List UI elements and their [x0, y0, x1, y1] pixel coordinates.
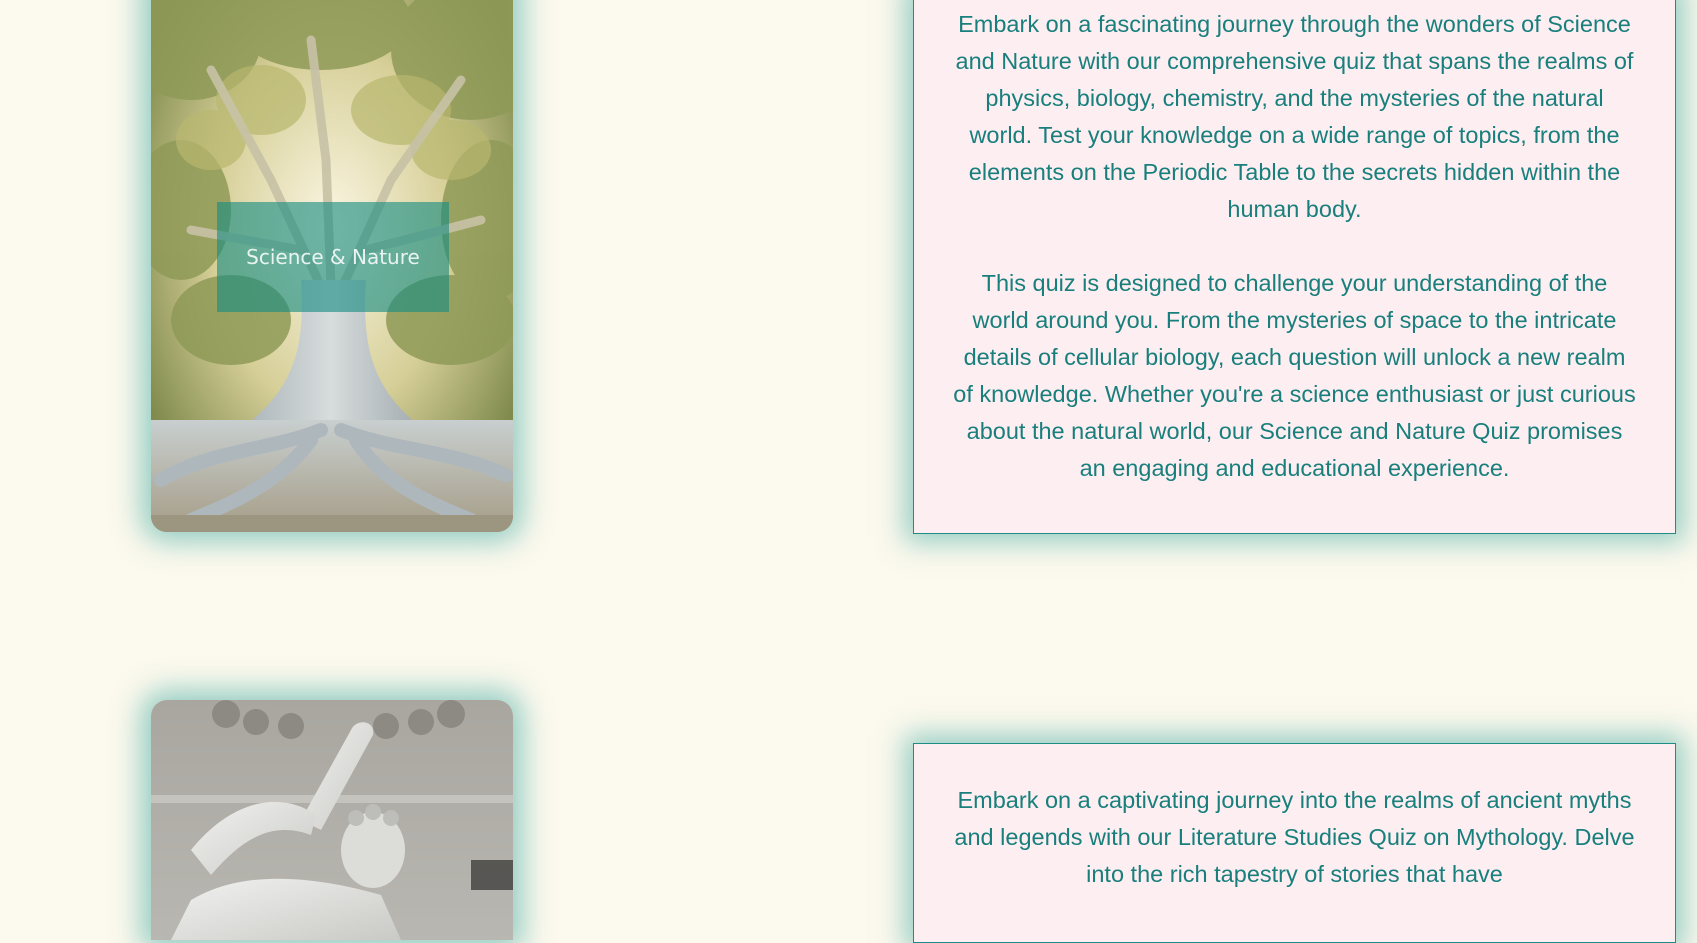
description-paragraph: This quiz is designed to challenge your …: [953, 270, 1636, 481]
description-paragraph: Embark on a fascinating journey through …: [955, 11, 1634, 222]
science-nature-label[interactable]: Science & Nature: [217, 202, 449, 312]
science-nature-card[interactable]: Science & Nature: [151, 0, 513, 532]
mythology-description: Embark on a captivating journey into the…: [913, 743, 1676, 943]
science-nature-description: Embark on a fascinating journey through …: [913, 0, 1676, 534]
statue-image: [151, 700, 513, 940]
description-paragraph: Embark on a captivating journey into the…: [954, 787, 1635, 887]
mythology-card[interactable]: [151, 700, 513, 940]
